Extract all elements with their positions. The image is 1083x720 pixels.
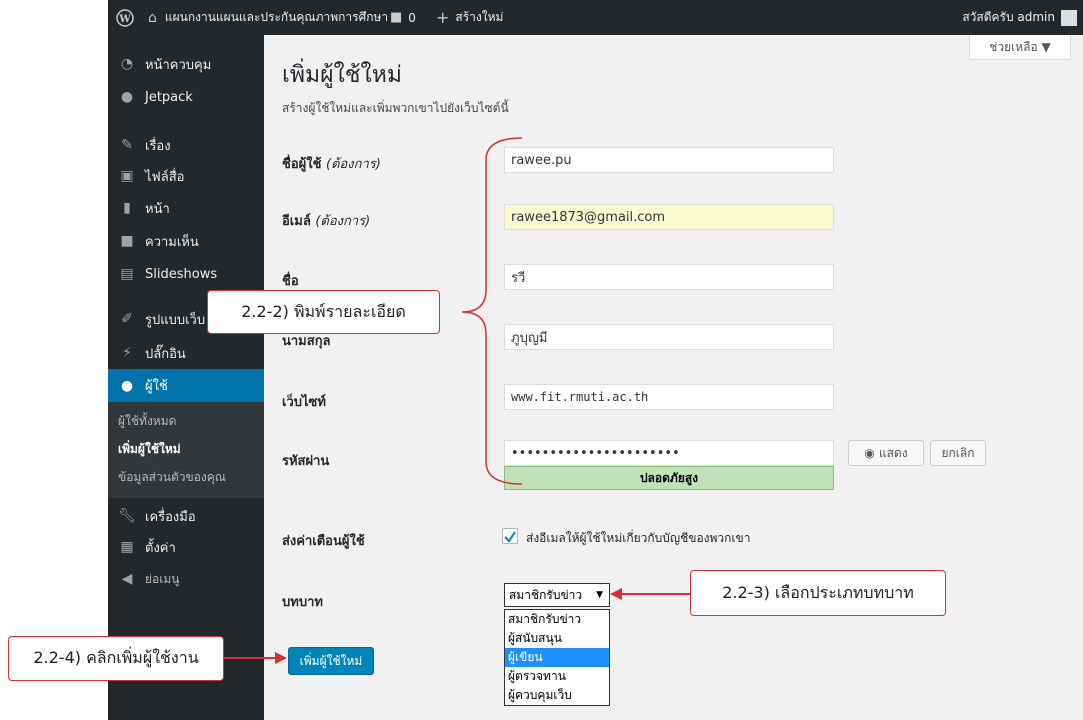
- callout-details: 2.2-2) พิมพ์รายละเอียด: [207, 290, 440, 334]
- submit-arrow-head: [275, 652, 287, 664]
- callout-submit: 2.2-4) คลิกเพิ่มผู้ใช้งาน: [8, 636, 224, 681]
- callout-role: 2.2-3) เลือกประเภทบทบาท: [690, 570, 946, 616]
- role-arrow-head: [610, 588, 622, 600]
- details-bracket: [461, 137, 523, 485]
